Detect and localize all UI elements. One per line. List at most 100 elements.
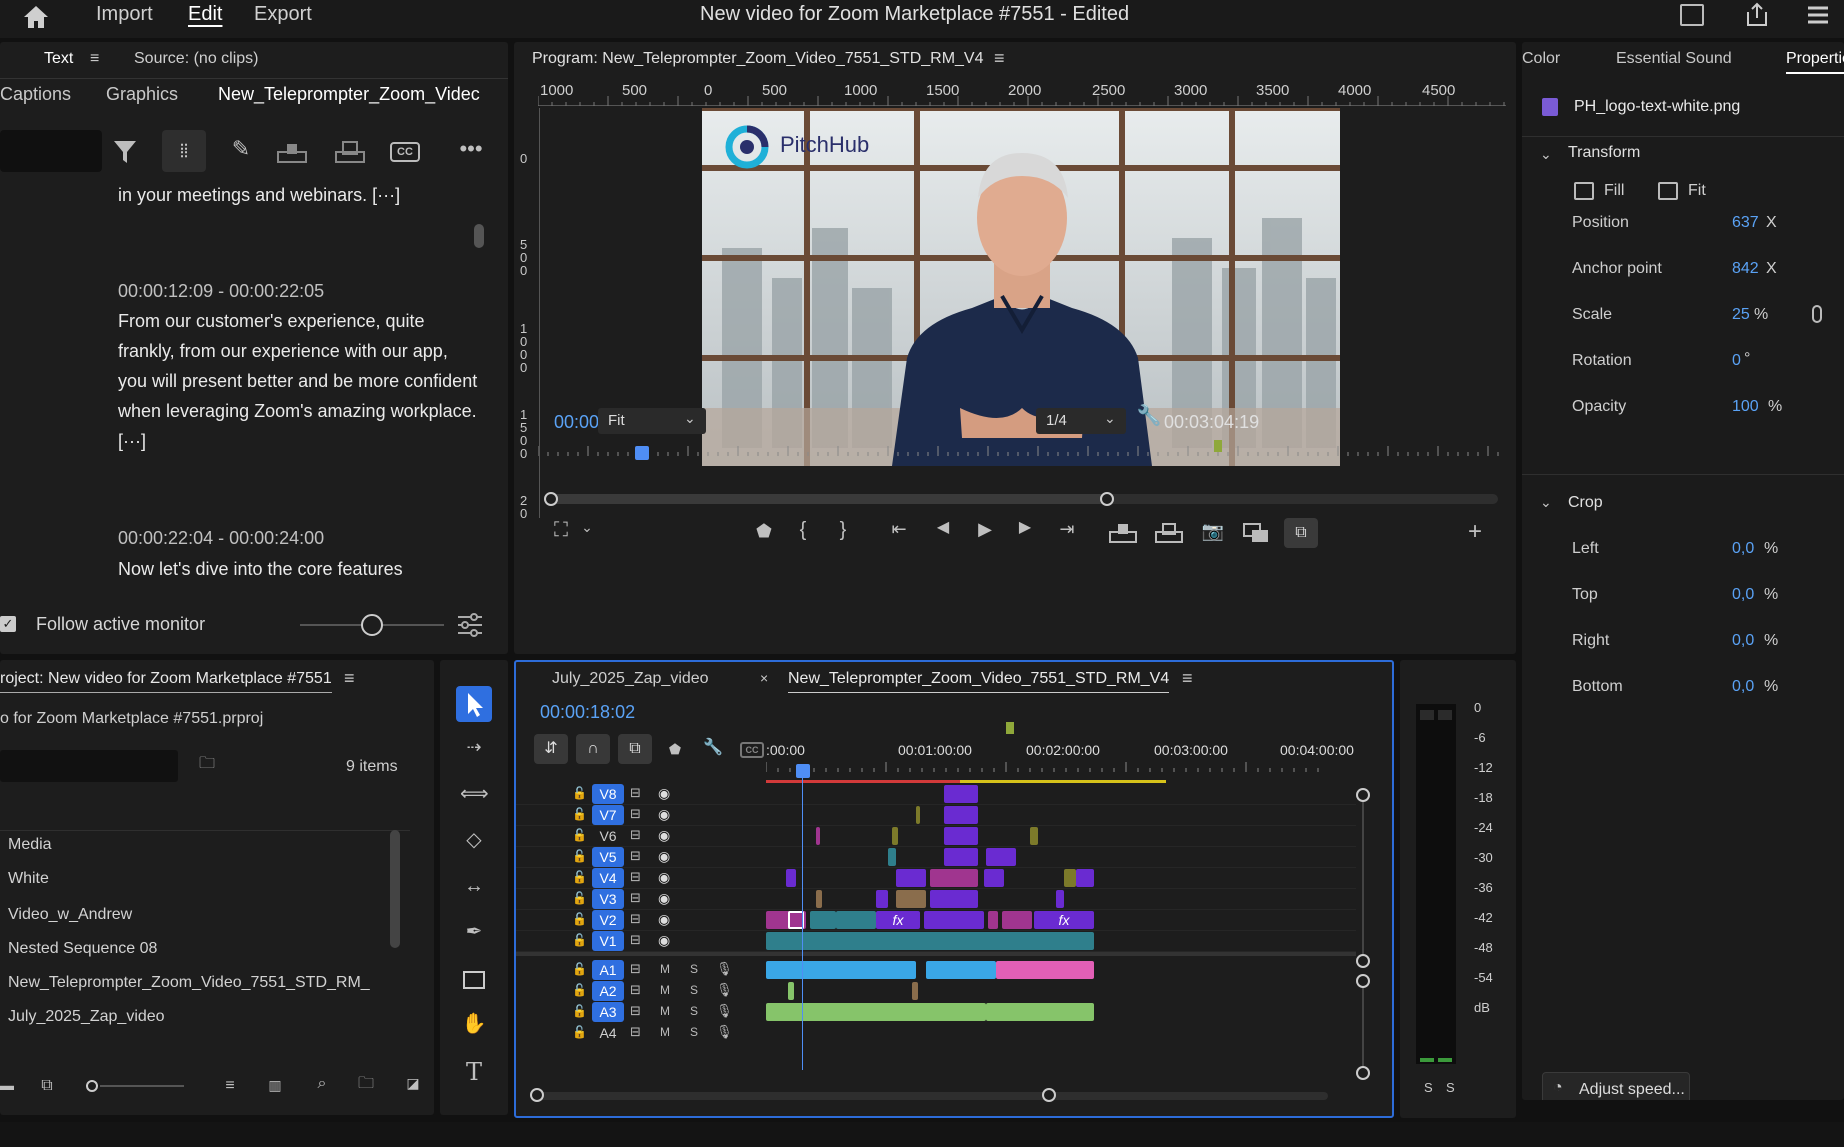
timeline-h-scrollbar[interactable]: [538, 1092, 1328, 1100]
sync-lock-icon[interactable]: ⊟: [630, 806, 641, 822]
timeline-clip[interactable]: [766, 961, 916, 979]
menu-edit[interactable]: Edit: [188, 3, 222, 26]
zoom-handle-right[interactable]: [1100, 492, 1114, 506]
timeline-clip[interactable]: fx: [876, 911, 920, 929]
timeline-clip[interactable]: [996, 961, 1094, 979]
lock-icon[interactable]: 🔓: [572, 849, 587, 863]
track-target-a1[interactable]: A1: [592, 960, 624, 980]
mute-button[interactable]: M: [660, 1025, 670, 1039]
crop-section-title[interactable]: Crop: [1568, 494, 1603, 512]
timeline-clip[interactable]: [836, 911, 876, 929]
solo-button[interactable]: S: [690, 1004, 698, 1018]
menu-import[interactable]: Import: [96, 3, 153, 26]
sync-lock-icon[interactable]: ⊟: [630, 1024, 641, 1040]
tab-essential-sound[interactable]: Essential Sound: [1616, 50, 1732, 68]
video-scroll-track[interactable]: [1362, 790, 1364, 960]
pencil-icon[interactable]: ✎: [228, 138, 254, 164]
timeline-playhead[interactable]: [796, 764, 810, 778]
vr-toggle-button[interactable]: ⧉: [1284, 518, 1318, 548]
microphone-icon[interactable]: 🎙: [716, 1003, 733, 1019]
new-item-icon[interactable]: ◪: [404, 1076, 422, 1096]
timeline-clip[interactable]: [816, 827, 820, 845]
timeline-clip[interactable]: [930, 890, 978, 908]
solo-button[interactable]: S: [690, 1025, 698, 1039]
zoom-handle-left[interactable]: [544, 492, 558, 506]
eye-icon[interactable]: ◉: [658, 785, 670, 802]
track-select-tool-icon[interactable]: ⇢: [460, 738, 488, 762]
timeline-clip[interactable]: [896, 869, 926, 887]
timeline-clip[interactable]: [1030, 827, 1038, 845]
timeline-clip[interactable]: [810, 911, 836, 929]
lock-icon[interactable]: 🔓: [572, 786, 587, 800]
chevron-down-icon[interactable]: ⌄: [578, 520, 596, 544]
solo-right-button[interactable]: S: [1446, 1080, 1455, 1095]
camera-icon[interactable]: 📷: [1200, 522, 1226, 544]
timeline-clip[interactable]: [984, 869, 1004, 887]
tab-properties[interactable]: Properties: [1786, 50, 1844, 74]
compare-icon[interactable]: [1242, 522, 1270, 544]
lock-icon[interactable]: 🔓: [572, 1004, 587, 1018]
microphone-icon[interactable]: 🎙: [716, 1024, 733, 1040]
scrollbar-thumb[interactable]: [474, 224, 484, 248]
video-scroll-handle[interactable]: [1356, 788, 1370, 802]
eye-icon[interactable]: ◉: [658, 848, 670, 865]
chevron-down-icon[interactable]: ⌄: [1540, 146, 1552, 163]
pen-tool-icon[interactable]: ✒: [460, 922, 488, 946]
sync-lock-icon[interactable]: ⊟: [630, 961, 641, 977]
timeline-clip[interactable]: [766, 1003, 986, 1021]
link-icon[interactable]: [1810, 304, 1824, 324]
timeline-clip[interactable]: [1064, 869, 1076, 887]
sync-lock-icon[interactable]: ⊟: [630, 911, 641, 927]
add-button-icon[interactable]: +: [1464, 520, 1486, 544]
lock-icon[interactable]: 🔓: [572, 933, 587, 947]
segment-text-0[interactable]: in your meetings and webinars. [···]: [118, 180, 488, 210]
menu-export[interactable]: Export: [254, 3, 312, 26]
mute-button[interactable]: M: [660, 1004, 670, 1018]
transcript-toggle-button[interactable]: ⦙⦙: [162, 130, 206, 172]
safe-margins-icon[interactable]: ⛶: [548, 520, 574, 544]
fit-icon[interactable]: [1658, 182, 1678, 200]
subtab-graphics[interactable]: Graphics: [106, 84, 178, 105]
solo-button[interactable]: S: [690, 962, 698, 976]
crop-bottom-value[interactable]: 0,0: [1732, 678, 1754, 696]
sync-lock-icon[interactable]: ⊟: [630, 982, 641, 998]
lock-icon[interactable]: 🔓: [572, 870, 587, 884]
insert-icon[interactable]: [276, 140, 308, 164]
overwrite-icon[interactable]: [334, 140, 366, 164]
lock-icon[interactable]: 🔓: [572, 891, 587, 905]
eye-icon[interactable]: ◉: [658, 890, 670, 907]
audio-scroll-handle[interactable]: [1356, 1066, 1370, 1080]
timeline-clip[interactable]: [944, 827, 978, 845]
track-target-v2[interactable]: V2: [592, 910, 624, 930]
scrub-ruler[interactable]: [538, 440, 1504, 470]
timeline-clip[interactable]: [1076, 869, 1094, 887]
timeline-clip[interactable]: [986, 1003, 1094, 1021]
fit-label[interactable]: Fit: [1688, 182, 1706, 200]
prop-rotation-value[interactable]: 0: [1732, 352, 1741, 370]
timeline-clip[interactable]: [788, 982, 794, 1000]
eye-icon[interactable]: ◉: [658, 932, 670, 949]
subtab-sequence[interactable]: New_Teleprompter_Zoom_Videc: [218, 84, 480, 105]
thumb-size-slider[interactable]: [100, 1085, 184, 1087]
snap-toggle-button[interactable]: ∩: [576, 734, 610, 764]
program-menu-icon[interactable]: ≡: [994, 48, 1005, 69]
lock-icon[interactable]: 🔓: [572, 1025, 587, 1039]
subtab-captions[interactable]: Captions: [0, 84, 71, 105]
prop-opacity-value[interactable]: 100: [1732, 398, 1759, 416]
audio-scroll-track[interactable]: [1362, 978, 1364, 1068]
chevron-down-icon[interactable]: ⌄: [1540, 494, 1552, 511]
timeline-clip[interactable]: [892, 827, 898, 845]
fill-icon[interactable]: [1574, 182, 1594, 200]
timeline-clip[interactable]: [930, 869, 978, 887]
timeline-clip[interactable]: [766, 932, 1094, 950]
wrench-icon[interactable]: 🔧: [702, 740, 724, 760]
wrench-icon[interactable]: 🔧: [1136, 406, 1162, 432]
linked-selection-button[interactable]: ⧉: [618, 734, 652, 764]
more-icon[interactable]: •••: [458, 138, 484, 164]
timeline-clip[interactable]: [944, 806, 978, 824]
text-panel-menu-icon[interactable]: ≡: [90, 50, 99, 68]
mute-button[interactable]: M: [660, 983, 670, 997]
search-input[interactable]: [0, 130, 102, 172]
project-menu-icon[interactable]: ≡: [344, 668, 355, 689]
timeline-clip[interactable]: [1002, 911, 1032, 929]
